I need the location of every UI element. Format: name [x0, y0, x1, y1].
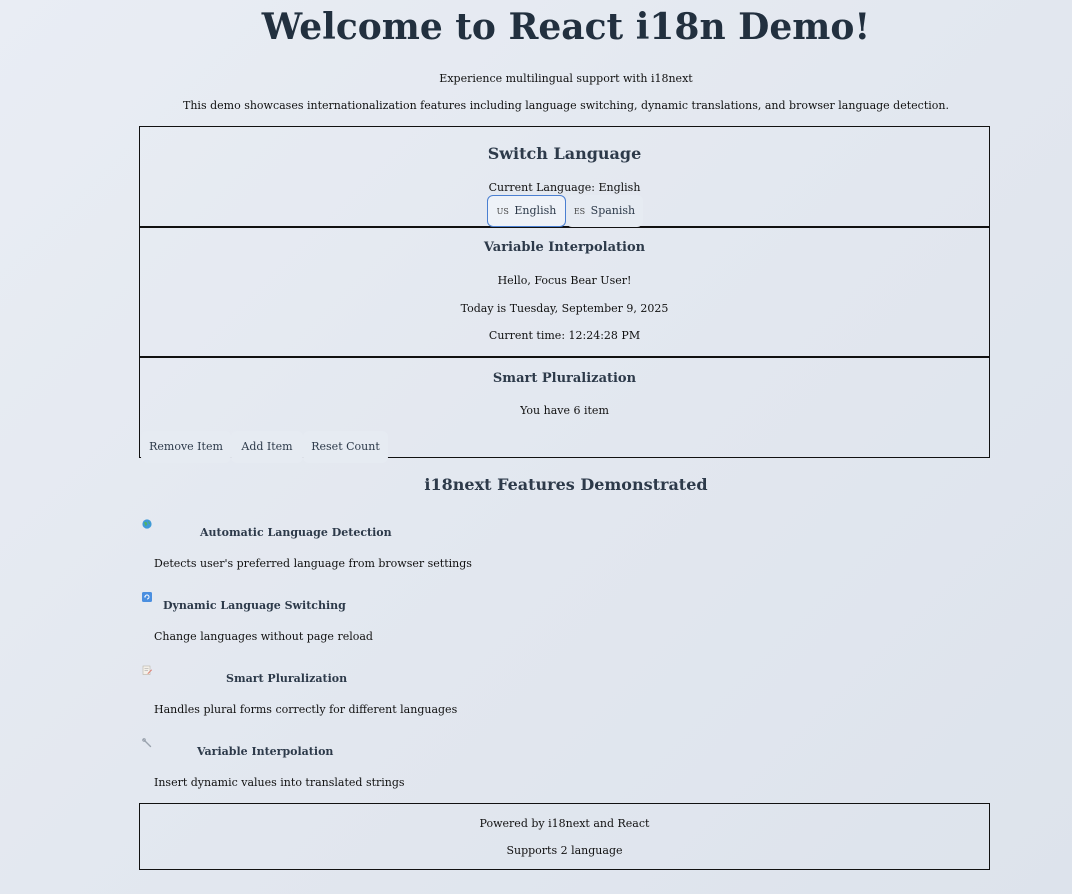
pluralization-title: Smart Pluralization	[492, 371, 637, 386]
supported-languages-text: Supports 2 language	[506, 844, 623, 857]
feature-desc-interpolation: Insert dynamic values into translated st…	[154, 776, 405, 789]
spanish-button-label: Spanish	[590, 204, 636, 217]
add-item-button[interactable]: Add Item	[231, 431, 303, 463]
features-title: i18next Features Demonstrated	[424, 475, 708, 494]
refresh-icon	[142, 587, 152, 602]
time-text: Current time: 12:24:28 PM	[488, 329, 641, 342]
current-language-label: Current Language: English	[488, 181, 641, 194]
feature-desc-language-detection: Detects user's preferred language from b…	[154, 557, 472, 570]
date-text: Today is Tuesday, September 9, 2025	[460, 302, 669, 315]
english-button[interactable]: US English	[487, 195, 566, 227]
language-switcher-section: Switch Language Current Language: Englis…	[139, 126, 990, 227]
feature-title-pluralization: Smart Pluralization	[226, 672, 348, 685]
page-subtitle: Experience multilingual support with i18…	[439, 72, 693, 85]
greeting-text: Hello, Focus Bear User!	[497, 274, 632, 287]
pluralization-section: Smart Pluralization You have 6 item Remo…	[139, 357, 990, 463]
reset-count-button[interactable]: Reset Count	[303, 431, 388, 463]
footer: Powered by i18next and React Supports 2 …	[139, 803, 990, 870]
interpolation-section: Variable Interpolation Hello, Focus Bear…	[139, 227, 990, 357]
english-button-label: English	[514, 204, 557, 217]
powered-by-text: Powered by i18next and React	[479, 817, 650, 830]
spanish-button[interactable]: ES Spanish	[566, 195, 643, 227]
item-count-text: You have 6 item	[520, 404, 609, 417]
interpolation-title: Variable Interpolation	[483, 240, 646, 255]
feature-title-interpolation: Variable Interpolation	[197, 745, 334, 758]
page-title: Welcome to React i18n Demo!	[261, 6, 871, 48]
page-description: This demo showcases internationalization…	[183, 99, 949, 112]
memo-icon	[142, 660, 152, 675]
globe-icon	[142, 514, 152, 529]
feature-desc-language-switching: Change languages without page reload	[154, 630, 373, 643]
us-flag-icon: US	[496, 207, 509, 216]
feature-title-language-detection: Automatic Language Detection	[200, 526, 392, 539]
feature-desc-pluralization: Handles plural forms correctly for diffe…	[154, 703, 458, 716]
language-switcher-title: Switch Language	[487, 144, 642, 163]
es-flag-icon: ES	[573, 207, 586, 216]
feature-title-language-switching: Dynamic Language Switching	[163, 599, 346, 612]
remove-item-button[interactable]: Remove Item	[141, 431, 231, 463]
wrench-icon	[142, 733, 152, 748]
